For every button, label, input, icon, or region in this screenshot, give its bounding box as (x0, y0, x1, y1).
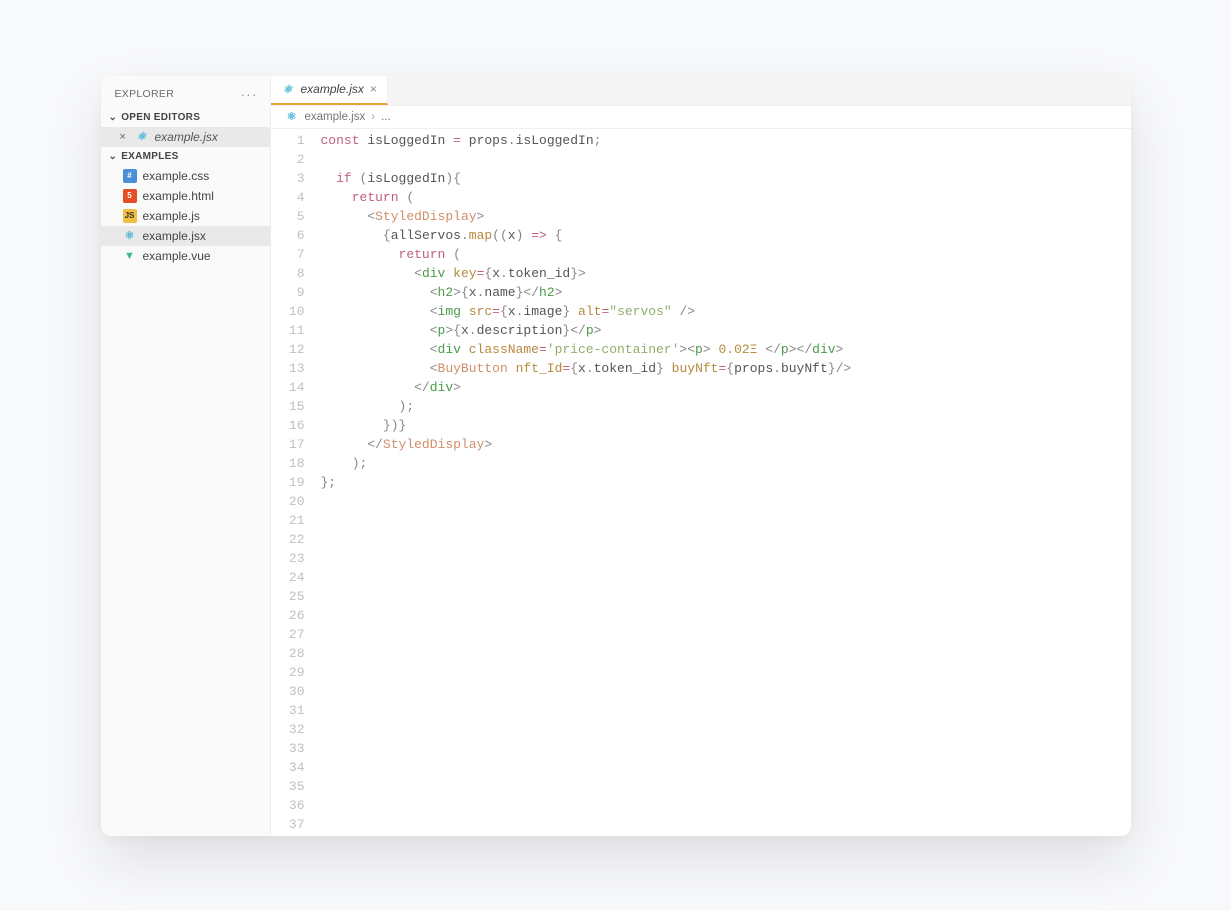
main-area: ⚛ example.jsx × ⚛ example.jsx › ... 1234… (271, 76, 1131, 836)
tab-bar: ⚛ example.jsx × (271, 76, 1131, 106)
chevron-down-icon: ⌄ (109, 112, 118, 123)
explorer-header: EXPLORER ··· (101, 76, 270, 108)
explorer-title: EXPLORER (115, 88, 175, 100)
close-icon[interactable]: × (370, 82, 377, 96)
breadcrumb[interactable]: ⚛ example.jsx › ... (271, 106, 1131, 129)
breadcrumb-rest: ... (381, 111, 391, 123)
tab-label: example.jsx (301, 82, 364, 96)
breadcrumb-file: example.jsx (305, 111, 366, 123)
chevron-right-icon: › (371, 111, 375, 123)
file-name: example.jsx (143, 229, 206, 243)
explorer-more-icon[interactable]: ··· (241, 86, 258, 102)
file-item-jsx[interactable]: ⚛ example.jsx (101, 226, 270, 246)
file-item-vue[interactable]: ▼ example.vue (101, 246, 270, 266)
examples-label: EXAMPLES (121, 151, 178, 162)
react-icon: ⚛ (281, 82, 295, 96)
file-item-css[interactable]: # example.css (101, 166, 270, 186)
file-name: example.js (143, 209, 200, 223)
editor-window: EXPLORER ··· ⌄ OPEN EDITORS × ⚛ example.… (101, 76, 1131, 836)
tab-active[interactable]: ⚛ example.jsx × (271, 76, 388, 105)
react-icon: ⚛ (135, 130, 149, 144)
react-icon: ⚛ (123, 229, 137, 243)
open-editor-filename: example.jsx (155, 130, 218, 144)
chevron-down-icon: ⌄ (109, 151, 118, 162)
open-editors-label: OPEN EDITORS (121, 112, 200, 123)
open-editors-section[interactable]: ⌄ OPEN EDITORS (101, 108, 270, 127)
html-icon: 5 (123, 189, 137, 203)
css-icon: # (123, 169, 137, 183)
file-item-js[interactable]: JS example.js (101, 206, 270, 226)
js-icon: JS (123, 209, 137, 223)
file-name: example.html (143, 189, 214, 203)
file-item-html[interactable]: 5 example.html (101, 186, 270, 206)
close-icon[interactable]: × (117, 131, 129, 143)
code-content[interactable]: const isLoggedIn = props.isLoggedIn; if … (315, 129, 1131, 836)
open-editor-item[interactable]: × ⚛ example.jsx (101, 127, 270, 147)
vue-icon: ▼ (123, 249, 137, 263)
file-name: example.vue (143, 249, 211, 263)
line-number-gutter: 1234567891011121314151617181920212223242… (271, 129, 315, 836)
examples-section[interactable]: ⌄ EXAMPLES (101, 147, 270, 166)
react-icon: ⚛ (285, 110, 299, 124)
file-name: example.css (143, 169, 210, 183)
explorer-sidebar: EXPLORER ··· ⌄ OPEN EDITORS × ⚛ example.… (101, 76, 271, 836)
code-editor[interactable]: 1234567891011121314151617181920212223242… (271, 129, 1131, 836)
